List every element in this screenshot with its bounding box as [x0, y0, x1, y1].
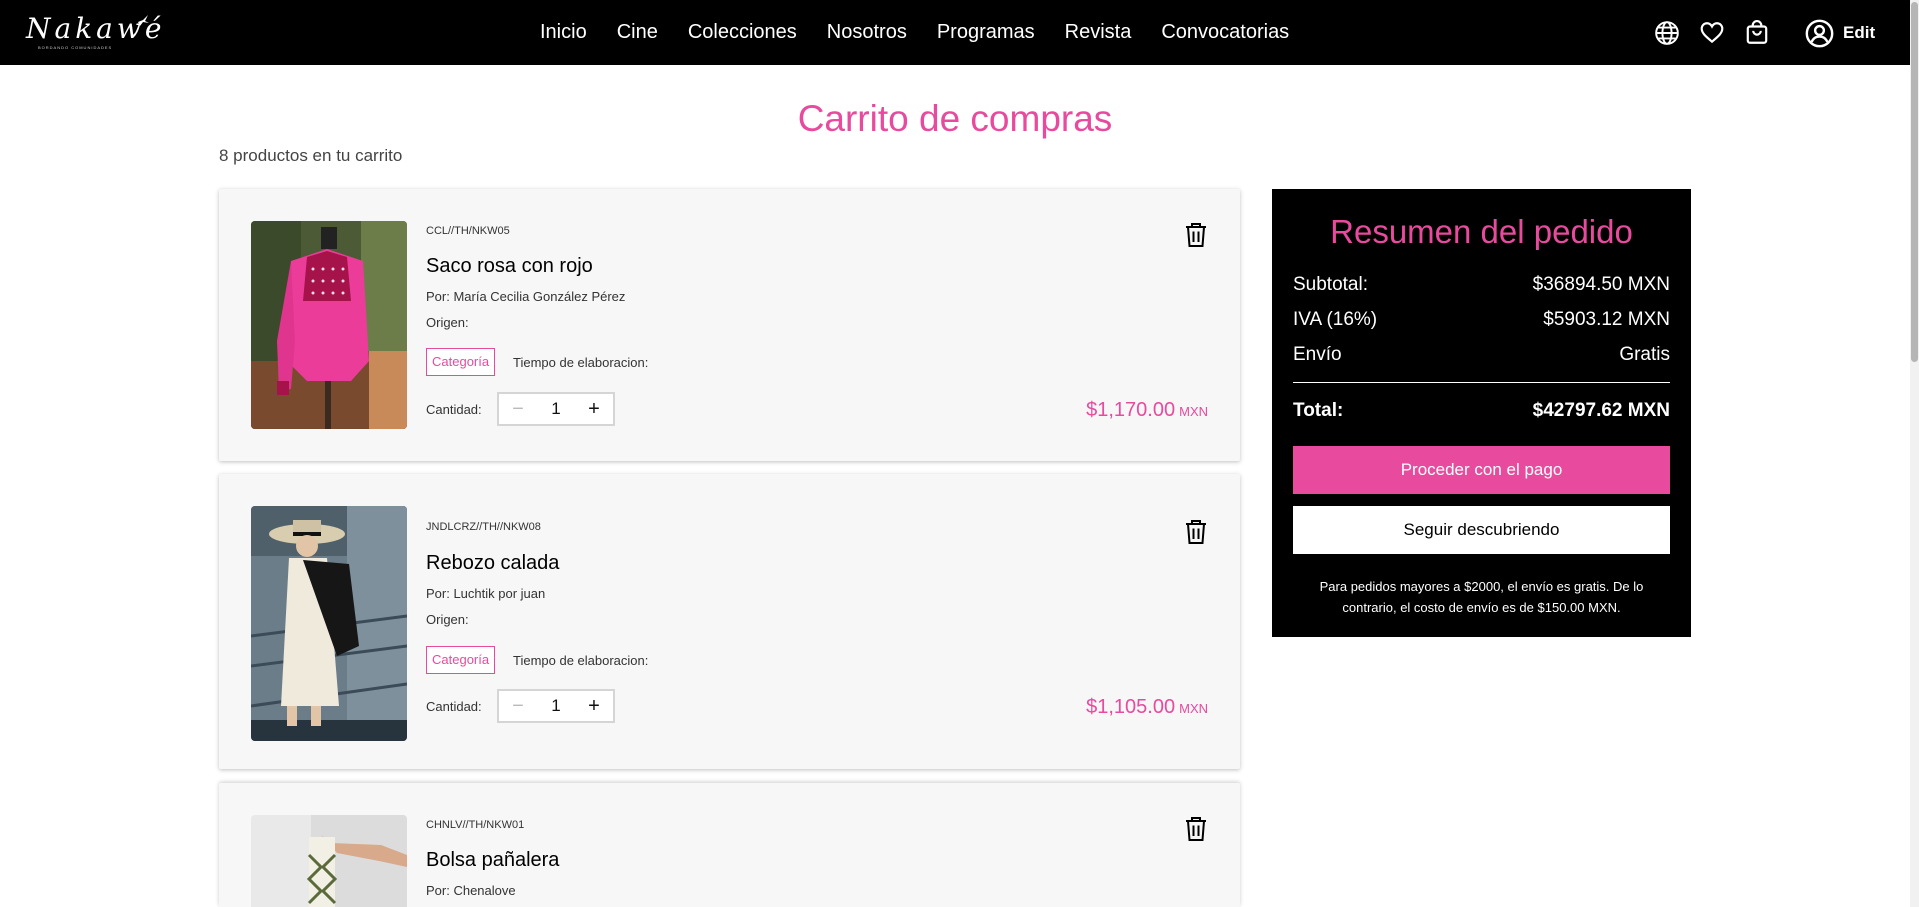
nav-link-convocatorias[interactable]: Convocatorias [1161, 21, 1289, 44]
product-author: Por: Chenalove [426, 883, 516, 898]
continue-shopping-button[interactable]: Seguir descubriendo [1293, 506, 1670, 554]
elaboration-time: Tiempo de elaboracion: [513, 653, 649, 668]
page-title: Carrito de compras [797, 98, 1113, 139]
quantity-decrease-button[interactable]: − [499, 394, 537, 424]
nav-link-inicio[interactable]: Inicio [540, 21, 587, 44]
trash-icon [1186, 520, 1206, 544]
cart-item-card: JNDLCRZ//TH//NKW08 Rebozo calada Por: Lu… [219, 474, 1240, 769]
category-badge: Categoría [426, 348, 496, 376]
price-amount: $1,105.00 [1086, 696, 1176, 718]
shipping-row: Envío Gratis [1293, 344, 1670, 366]
product-image[interactable] [251, 815, 407, 907]
scrollbar-thumb[interactable] [1911, 2, 1918, 362]
product-sku: CCL//TH/NKW05 [426, 225, 510, 237]
order-summary-panel: Resumen del pedido Subtotal: $36894.50 M… [1272, 189, 1691, 637]
nav-link-nosotros[interactable]: Nosotros [827, 21, 907, 44]
product-name[interactable]: Saco rosa con rojo [426, 255, 593, 278]
quantity-increase-button[interactable]: + [575, 691, 613, 721]
product-image[interactable] [251, 506, 407, 741]
iva-value: $5903.12 MXN [1543, 309, 1670, 330]
product-price: $1,170.00 MXN [1086, 399, 1208, 422]
cart-item-card: CHNLV//TH/NKW01 Bolsa pañalera Por: Chen… [219, 783, 1240, 907]
quantity-label: Cantidad: [426, 699, 482, 714]
top-navbar: Nakawé BORDANDO COMUNIDADES Inicio Cine … [0, 0, 1910, 65]
nav-link-cine[interactable]: Cine [617, 21, 658, 44]
quantity-value: 1 [551, 399, 561, 418]
quantity-stepper: − 1 + [497, 392, 615, 426]
summary-title: Resumen del pedido [1330, 213, 1633, 250]
iva-row: IVA (16%) $5903.12 MXN [1293, 309, 1670, 331]
product-author: Por: María Cecilia González Pérez [426, 289, 626, 304]
elaboration-time: Tiempo de elaboracion: [513, 355, 649, 370]
user-icon [1805, 19, 1834, 47]
quantity-value: 1 [551, 696, 561, 715]
trash-icon [1186, 817, 1206, 841]
user-label: Edit [1843, 23, 1876, 42]
nav-link-revista[interactable]: Revista [1065, 21, 1132, 44]
product-price: $1,105.00 MXN [1086, 696, 1208, 719]
product-sku: JNDLCRZ//TH//NKW08 [426, 521, 541, 533]
quantity-increase-button[interactable]: + [575, 394, 613, 424]
product-sku: CHNLV//TH/NKW01 [426, 819, 525, 831]
product-image[interactable] [251, 221, 407, 429]
nav-icon-group [1653, 0, 1788, 65]
shipping-note: Para pedidos mayores a $2000, el envío e… [1319, 579, 1644, 615]
product-name[interactable]: Rebozo calada [426, 552, 559, 575]
price-amount: $1,170.00 [1086, 399, 1176, 421]
category-badge: Categoría [426, 646, 496, 674]
cart-items-count: 8 productos en tu carrito [219, 146, 403, 165]
nav-link-colecciones[interactable]: Colecciones [688, 21, 797, 44]
quantity-stepper: − 1 + [497, 689, 615, 723]
total-row: Total: $42797.62 MXN [1293, 400, 1670, 422]
total-value: $42797.62 MXN [1532, 400, 1670, 421]
cart-icon[interactable] [1743, 19, 1771, 47]
hummingbird-icon [138, 15, 149, 26]
logo-tagline: BORDANDO COMUNIDADES [38, 45, 113, 50]
quantity-decrease-button[interactable]: − [499, 691, 537, 721]
shipping-value: Gratis [1619, 344, 1670, 365]
iva-label: IVA (16%) [1293, 309, 1378, 330]
cart-item-card: CCL//TH/NKW05 Saco rosa con rojo Por: Ma… [219, 189, 1240, 461]
subtotal-value: $36894.50 MXN [1532, 274, 1670, 295]
delete-item-button[interactable] [1184, 816, 1208, 842]
delete-item-button[interactable] [1184, 519, 1208, 545]
product-origin: Origen: [426, 612, 469, 627]
user-menu[interactable]: Edit [1805, 18, 1875, 48]
main-nav: Inicio Cine Colecciones Nosotros Program… [540, 0, 1319, 65]
subtotal-label: Subtotal: [1293, 274, 1368, 295]
delete-item-button[interactable] [1184, 222, 1208, 248]
shipping-label: Envío [1293, 344, 1342, 365]
price-currency: MXN [1179, 404, 1208, 419]
price-currency: MXN [1179, 701, 1208, 716]
product-author: Por: Luchtik por juan [426, 586, 546, 601]
brand-logo[interactable]: Nakawé BORDANDO COMUNIDADES [26, 14, 161, 52]
nav-link-programas[interactable]: Programas [937, 21, 1035, 44]
quantity-label: Cantidad: [426, 402, 482, 417]
total-label: Total: [1293, 400, 1344, 421]
proceed-to-payment-button[interactable]: Proceder con el pago [1293, 446, 1670, 494]
product-origin: Origen: [426, 315, 469, 330]
product-name[interactable]: Bolsa pañalera [426, 849, 559, 872]
globe-icon[interactable] [1653, 19, 1681, 47]
heart-icon[interactable] [1698, 19, 1726, 47]
summary-divider [1293, 382, 1670, 383]
page-scrollbar[interactable] [1910, 0, 1919, 907]
subtotal-row: Subtotal: $36894.50 MXN [1293, 274, 1670, 296]
trash-icon [1186, 223, 1206, 247]
